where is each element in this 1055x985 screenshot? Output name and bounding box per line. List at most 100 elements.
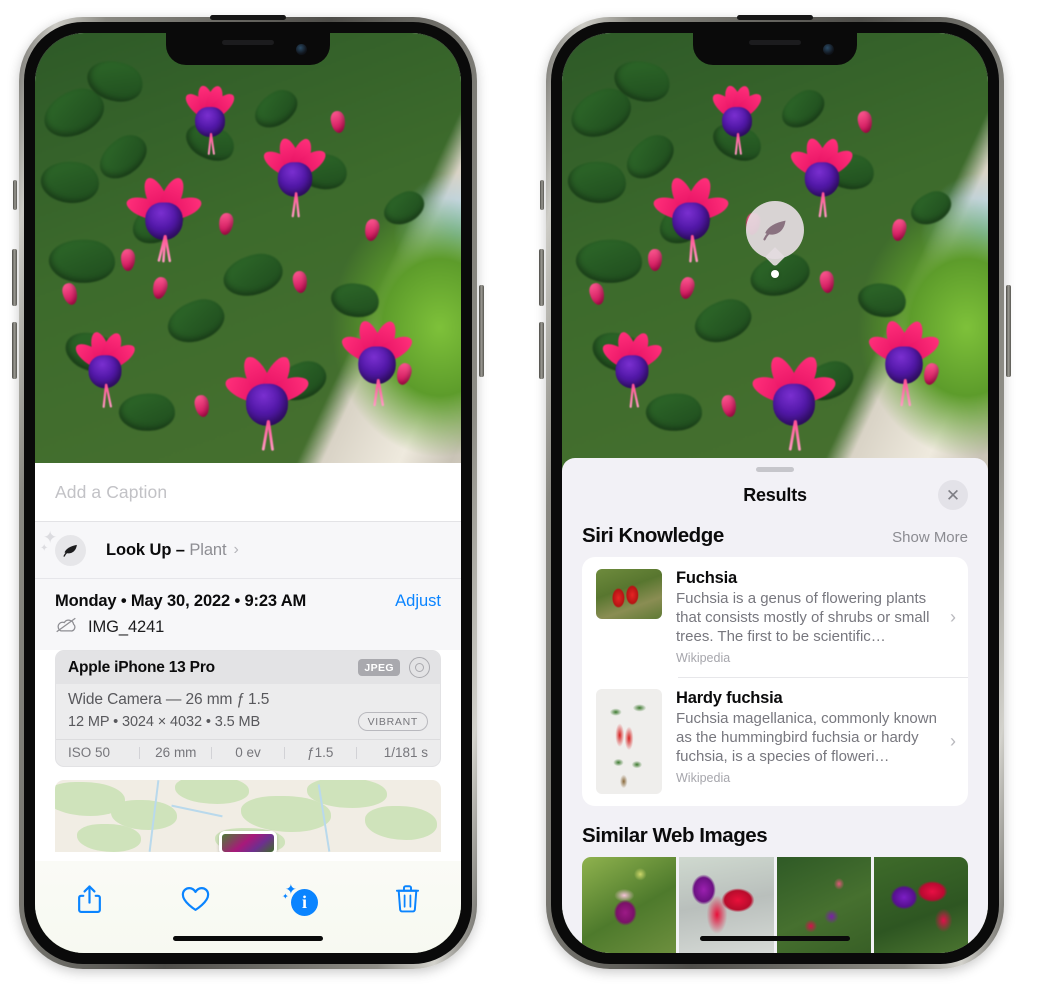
photo-info-sheet: Add a Caption ✦ ✦ Look Up – Plant › Mond… bbox=[35, 463, 461, 953]
screenshot-stage: Add a Caption ✦ ✦ Look Up – Plant › Mond… bbox=[0, 0, 1055, 985]
location-map[interactable] bbox=[55, 780, 441, 852]
info-button[interactable]: ✦ ✦ i bbox=[273, 879, 329, 919]
knowledge-title: Fuchsia bbox=[676, 569, 737, 587]
sparkle-icon-small: ✦ bbox=[282, 892, 289, 901]
chevron-right-icon: › bbox=[950, 606, 956, 627]
camera-card-header: Apple iPhone 13 Pro JPEG bbox=[56, 651, 440, 684]
chevron-right-icon: › bbox=[233, 541, 239, 558]
home-indicator-left[interactable] bbox=[173, 936, 323, 941]
knowledge-source: Wikipedia bbox=[676, 771, 731, 786]
date-row: Monday • May 30, 2022 • 9:23 AM Adjust bbox=[55, 579, 441, 611]
results-sheet: Results ✕ Siri Knowledge Show More Fuchs… bbox=[562, 458, 988, 953]
silent-switch[interactable] bbox=[13, 180, 17, 210]
photographic-style-badge: VIBRANT bbox=[357, 712, 428, 731]
results-header: Results ✕ bbox=[562, 472, 988, 518]
lookup-block: ✦ ✦ Look Up – Plant › bbox=[35, 522, 461, 578]
knowledge-description: Fuchsia magellanica, commonly known as t… bbox=[676, 710, 937, 766]
section-title: Siri Knowledge bbox=[582, 524, 724, 547]
pin-dot bbox=[771, 270, 779, 278]
earpiece-slot-right bbox=[737, 15, 813, 20]
knowledge-text: Hardy fuchsia Fuchsia magellanica, commo… bbox=[662, 689, 948, 785]
delete-button[interactable] bbox=[379, 879, 435, 919]
camera-info-card[interactable]: Apple iPhone 13 Pro JPEG Wide Camera — 2… bbox=[55, 650, 441, 767]
speaker-icon bbox=[222, 40, 274, 45]
silent-switch[interactable] bbox=[540, 180, 544, 210]
earpiece-slot-left bbox=[210, 15, 286, 20]
speaker-icon bbox=[749, 40, 801, 45]
look-up-row[interactable]: ✦ ✦ Look Up – Plant › bbox=[35, 522, 461, 578]
sparkle-icon-small: ✦ bbox=[40, 542, 49, 554]
camera-badges: JPEG bbox=[358, 657, 430, 678]
exif-focal: 26 mm bbox=[155, 745, 197, 760]
exif-aperture: ƒ1.5 bbox=[307, 745, 334, 760]
results-title: Results bbox=[743, 484, 807, 505]
favorite-button[interactable] bbox=[167, 879, 223, 919]
volume-up-button[interactable] bbox=[12, 249, 17, 306]
volume-up-button[interactable] bbox=[539, 249, 544, 306]
map-green-area bbox=[77, 824, 141, 852]
map-green-area bbox=[365, 806, 437, 840]
cloud-slash-icon bbox=[55, 617, 77, 638]
adjust-button[interactable]: Adjust bbox=[395, 592, 441, 611]
volume-down-button[interactable] bbox=[12, 322, 17, 379]
show-more-button[interactable]: Show More bbox=[892, 529, 968, 546]
exif-row: ISO 50 26 mm 0 ev ƒ1.5 1/181 s bbox=[56, 739, 440, 766]
look-up-subject: Plant bbox=[189, 540, 227, 559]
home-indicator-right[interactable] bbox=[700, 936, 850, 941]
exif-exposure: 0 ev bbox=[235, 745, 261, 760]
notch-left bbox=[166, 33, 330, 65]
metadata-block: Monday • May 30, 2022 • 9:23 AM Adjust I… bbox=[35, 578, 461, 650]
chevron-right-icon: › bbox=[950, 731, 956, 752]
front-camera-icon bbox=[823, 44, 834, 55]
image-size-info: 12 MP • 3024 × 4032 • 3.5 MB bbox=[68, 713, 261, 730]
camera-model: Apple iPhone 13 Pro bbox=[68, 658, 215, 676]
info-sparkle-icon: ✦ ✦ i bbox=[282, 882, 318, 916]
map-photo-pin[interactable] bbox=[219, 831, 277, 852]
camera-card-body: Wide Camera — 26 mm ƒ 1.5 12 MP • 3024 ×… bbox=[56, 684, 440, 739]
knowledge-title: Hardy fuchsia bbox=[676, 689, 783, 708]
visual-lookup-pin[interactable] bbox=[746, 201, 804, 278]
front-camera-icon bbox=[296, 44, 307, 55]
knowledge-description: Fuchsia is a genus of flowering plants t… bbox=[676, 590, 930, 646]
info-glyph: i bbox=[291, 889, 318, 916]
siri-knowledge-card: Fuchsia Fuchsia is a genus of flowering … bbox=[582, 557, 968, 807]
leaf-icon: ✦ ✦ bbox=[40, 529, 86, 566]
look-up-label: Look Up – Plant bbox=[106, 540, 227, 560]
phone-bezel-left: Add a Caption ✦ ✦ Look Up – Plant › Mond… bbox=[24, 15, 472, 964]
exif-shutter: 1/181 s bbox=[383, 745, 429, 760]
section-title: Similar Web Images bbox=[582, 824, 768, 848]
map-green-area bbox=[175, 780, 249, 804]
size-row: 12 MP • 3024 × 4032 • 3.5 MB VIBRANT bbox=[68, 712, 428, 731]
phone-left: Add a Caption ✦ ✦ Look Up – Plant › Mond… bbox=[12, 15, 484, 969]
screen-left: Add a Caption ✦ ✦ Look Up – Plant › Mond… bbox=[35, 33, 461, 953]
look-up-prefix: Look Up – bbox=[106, 540, 190, 559]
caption-input-row[interactable]: Add a Caption bbox=[35, 463, 461, 522]
notch-right bbox=[693, 33, 857, 65]
map-road bbox=[171, 804, 223, 818]
raw-toggle-icon[interactable] bbox=[409, 657, 430, 678]
power-button[interactable] bbox=[479, 285, 484, 377]
power-button[interactable] bbox=[1006, 285, 1011, 377]
close-icon[interactable]: ✕ bbox=[938, 480, 968, 510]
web-image-1[interactable] bbox=[582, 857, 677, 953]
knowledge-text: Fuchsia Fuchsia is a genus of flowering … bbox=[662, 569, 948, 665]
volume-down-button[interactable] bbox=[539, 322, 544, 379]
web-image-4[interactable] bbox=[873, 857, 968, 953]
knowledge-source: Wikipedia bbox=[676, 651, 731, 666]
knowledge-thumbnail bbox=[596, 569, 662, 619]
photo-date: Monday • May 30, 2022 • 9:23 AM bbox=[55, 592, 307, 610]
leaf-icon bbox=[746, 201, 804, 259]
caption-placeholder: Add a Caption bbox=[55, 481, 168, 502]
photo-filename: IMG_4241 bbox=[88, 618, 165, 636]
lens-info: Wide Camera — 26 mm ƒ 1.5 bbox=[68, 691, 270, 708]
phone-bezel-right: Results ✕ Siri Knowledge Show More Fuchs… bbox=[551, 15, 999, 964]
screen-right: Results ✕ Siri Knowledge Show More Fuchs… bbox=[562, 33, 988, 953]
exif-iso: ISO 50 bbox=[68, 745, 111, 760]
phone-right: Results ✕ Siri Knowledge Show More Fuchs… bbox=[539, 15, 1011, 969]
similar-web-images-header: Similar Web Images bbox=[562, 806, 988, 857]
share-button[interactable] bbox=[61, 879, 117, 919]
knowledge-row[interactable]: Hardy fuchsia Fuchsia magellanica, commo… bbox=[582, 677, 968, 806]
format-badge: JPEG bbox=[358, 659, 400, 676]
knowledge-row[interactable]: Fuchsia Fuchsia is a genus of flowering … bbox=[582, 557, 968, 677]
knowledge-thumbnail bbox=[596, 689, 662, 795]
